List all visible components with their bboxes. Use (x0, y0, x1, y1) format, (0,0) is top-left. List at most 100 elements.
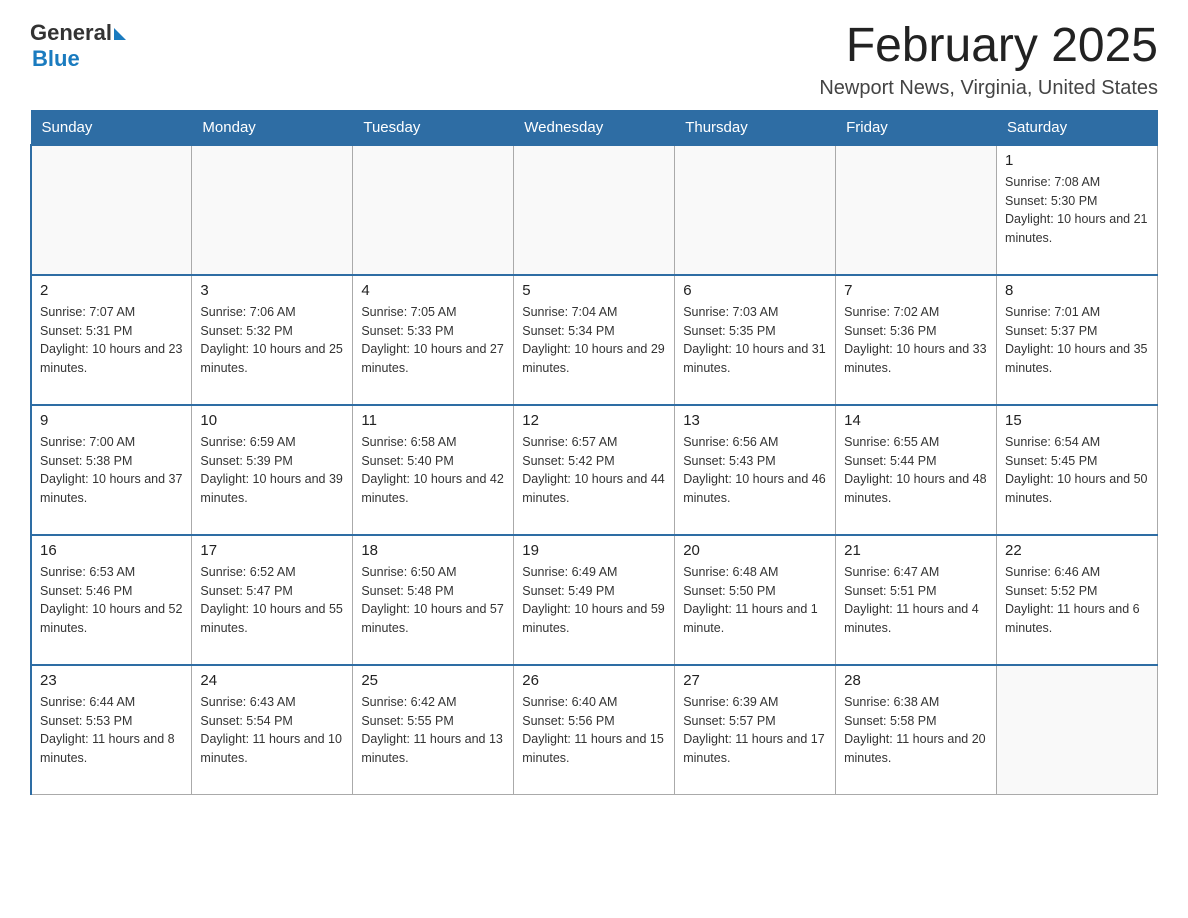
day-number: 11 (361, 412, 505, 429)
calendar-table: SundayMondayTuesdayWednesdayThursdayFrid… (30, 110, 1158, 796)
calendar-cell: 17 Sunrise: 6:52 AM Sunset: 5:47 PM Dayli… (192, 535, 353, 665)
title-block: February 2025 Newport News, Virginia, Un… (819, 20, 1158, 100)
calendar-cell: 23 Sunrise: 6:44 AM Sunset: 5:53 PM Dayli… (31, 665, 192, 795)
day-info: Sunrise: 6:55 AM Sunset: 5:44 PM Dayligh… (844, 433, 988, 508)
day-number: 10 (200, 412, 344, 429)
calendar-cell: 25Sunrise: 6:42 AM Sunset: 5:55 PM Dayli… (353, 665, 514, 795)
day-info: Sunrise: 7:04 AM Sunset: 5:34 PM Dayligh… (522, 303, 666, 378)
calendar-cell: 28 Sunrise: 6:38 AM Sunset: 5:58 PM Dayli… (836, 665, 997, 795)
calendar-week-row: 2 Sunrise: 7:07 AM Sunset: 5:31 PM Daylig… (31, 275, 1158, 405)
day-info: Sunrise: 6:48 AM Sunset: 5:50 PM Dayligh… (683, 563, 827, 638)
day-info: Sunrise: 6:42 AM Sunset: 5:55 PM Dayligh… (361, 693, 505, 768)
logo-text-general: General (30, 20, 112, 46)
day-number: 16 (40, 542, 183, 559)
day-number: 18 (361, 542, 505, 559)
day-info: Sunrise: 7:08 AM Sunset: 5:30 PM Dayligh… (1005, 173, 1149, 248)
day-number: 8 (1005, 282, 1149, 299)
calendar-cell (192, 145, 353, 275)
calendar-cell: 24Sunrise: 6:43 AM Sunset: 5:54 PM Dayli… (192, 665, 353, 795)
day-number: 17 (200, 542, 344, 559)
day-number: 23 (40, 672, 183, 689)
day-number: 7 (844, 282, 988, 299)
day-number: 26 (522, 672, 666, 689)
calendar-week-row: 23 Sunrise: 6:44 AM Sunset: 5:53 PM Dayli… (31, 665, 1158, 795)
day-number: 2 (40, 282, 183, 299)
day-info: Sunrise: 6:49 AM Sunset: 5:49 PM Dayligh… (522, 563, 666, 638)
day-info: Sunrise: 6:44 AM Sunset: 5:53 PM Dayligh… (40, 693, 183, 768)
day-info: Sunrise: 6:53 AM Sunset: 5:46 PM Dayligh… (40, 563, 183, 638)
calendar-header-saturday: Saturday (997, 110, 1158, 145)
day-number: 9 (40, 412, 183, 429)
calendar-cell: 13 Sunrise: 6:56 AM Sunset: 5:43 PM Dayli… (675, 405, 836, 535)
calendar-cell: 7 Sunrise: 7:02 AM Sunset: 5:36 PM Daylig… (836, 275, 997, 405)
calendar-cell (997, 665, 1158, 795)
calendar-cell: 3 Sunrise: 7:06 AM Sunset: 5:32 PM Daylig… (192, 275, 353, 405)
day-number: 12 (522, 412, 666, 429)
calendar-cell (675, 145, 836, 275)
day-info: Sunrise: 6:50 AM Sunset: 5:48 PM Dayligh… (361, 563, 505, 638)
calendar-cell: 26 Sunrise: 6:40 AM Sunset: 5:56 PM Dayli… (514, 665, 675, 795)
calendar-cell: 1 Sunrise: 7:08 AM Sunset: 5:30 PM Daylig… (997, 145, 1158, 275)
day-number: 5 (522, 282, 666, 299)
day-info: Sunrise: 6:54 AM Sunset: 5:45 PM Dayligh… (1005, 433, 1149, 508)
day-info: Sunrise: 7:02 AM Sunset: 5:36 PM Dayligh… (844, 303, 988, 378)
day-info: Sunrise: 7:01 AM Sunset: 5:37 PM Dayligh… (1005, 303, 1149, 378)
calendar-week-row: 1 Sunrise: 7:08 AM Sunset: 5:30 PM Daylig… (31, 145, 1158, 275)
day-info: Sunrise: 6:56 AM Sunset: 5:43 PM Dayligh… (683, 433, 827, 508)
logo-triangle-icon (114, 28, 126, 40)
calendar-header-tuesday: Tuesday (353, 110, 514, 145)
day-info: Sunrise: 6:58 AM Sunset: 5:40 PM Dayligh… (361, 433, 505, 508)
day-number: 4 (361, 282, 505, 299)
calendar-header-wednesday: Wednesday (514, 110, 675, 145)
day-number: 27 (683, 672, 827, 689)
day-number: 6 (683, 282, 827, 299)
location-title: Newport News, Virginia, United States (819, 77, 1158, 100)
day-number: 20 (683, 542, 827, 559)
calendar-cell: 5 Sunrise: 7:04 AM Sunset: 5:34 PM Daylig… (514, 275, 675, 405)
calendar-cell: 6 Sunrise: 7:03 AM Sunset: 5:35 PM Daylig… (675, 275, 836, 405)
calendar-cell: 11 Sunrise: 6:58 AM Sunset: 5:40 PM Dayli… (353, 405, 514, 535)
day-info: Sunrise: 6:59 AM Sunset: 5:39 PM Dayligh… (200, 433, 344, 508)
calendar-header-thursday: Thursday (675, 110, 836, 145)
day-info: Sunrise: 7:03 AM Sunset: 5:35 PM Dayligh… (683, 303, 827, 378)
logo-text-blue: Blue (32, 46, 126, 72)
calendar-cell: 8 Sunrise: 7:01 AM Sunset: 5:37 PM Daylig… (997, 275, 1158, 405)
calendar-cell: 16 Sunrise: 6:53 AM Sunset: 5:46 PM Dayli… (31, 535, 192, 665)
day-number: 3 (200, 282, 344, 299)
calendar-cell: 15Sunrise: 6:54 AM Sunset: 5:45 PM Dayli… (997, 405, 1158, 535)
calendar-cell: 21 Sunrise: 6:47 AM Sunset: 5:51 PM Dayli… (836, 535, 997, 665)
calendar-cell: 19 Sunrise: 6:49 AM Sunset: 5:49 PM Dayli… (514, 535, 675, 665)
calendar-cell: 22Sunrise: 6:46 AM Sunset: 5:52 PM Dayli… (997, 535, 1158, 665)
page-header: General Blue February 2025 Newport News,… (30, 20, 1158, 100)
day-info: Sunrise: 7:07 AM Sunset: 5:31 PM Dayligh… (40, 303, 183, 378)
day-number: 1 (1005, 152, 1149, 169)
calendar-header-sunday: Sunday (31, 110, 192, 145)
day-info: Sunrise: 6:52 AM Sunset: 5:47 PM Dayligh… (200, 563, 344, 638)
day-number: 13 (683, 412, 827, 429)
calendar-cell (514, 145, 675, 275)
calendar-cell (836, 145, 997, 275)
calendar-header-row: SundayMondayTuesdayWednesdayThursdayFrid… (31, 110, 1158, 145)
day-info: Sunrise: 7:00 AM Sunset: 5:38 PM Dayligh… (40, 433, 183, 508)
day-number: 28 (844, 672, 988, 689)
calendar-cell: 27 Sunrise: 6:39 AM Sunset: 5:57 PM Dayli… (675, 665, 836, 795)
calendar-cell: 14Sunrise: 6:55 AM Sunset: 5:44 PM Dayli… (836, 405, 997, 535)
day-number: 19 (522, 542, 666, 559)
calendar-week-row: 9 Sunrise: 7:00 AM Sunset: 5:38 PM Daylig… (31, 405, 1158, 535)
calendar-header-monday: Monday (192, 110, 353, 145)
day-info: Sunrise: 6:47 AM Sunset: 5:51 PM Dayligh… (844, 563, 988, 638)
day-number: 21 (844, 542, 988, 559)
calendar-cell: 18 Sunrise: 6:50 AM Sunset: 5:48 PM Dayli… (353, 535, 514, 665)
calendar-week-row: 16 Sunrise: 6:53 AM Sunset: 5:46 PM Dayli… (31, 535, 1158, 665)
day-info: Sunrise: 6:40 AM Sunset: 5:56 PM Dayligh… (522, 693, 666, 768)
calendar-cell: 20 Sunrise: 6:48 AM Sunset: 5:50 PM Dayli… (675, 535, 836, 665)
day-info: Sunrise: 6:46 AM Sunset: 5:52 PM Dayligh… (1005, 563, 1149, 638)
month-title: February 2025 (819, 20, 1158, 73)
calendar-cell: 9 Sunrise: 7:00 AM Sunset: 5:38 PM Daylig… (31, 405, 192, 535)
day-info: Sunrise: 7:06 AM Sunset: 5:32 PM Dayligh… (200, 303, 344, 378)
calendar-cell: 4Sunrise: 7:05 AM Sunset: 5:33 PM Daylig… (353, 275, 514, 405)
day-info: Sunrise: 6:38 AM Sunset: 5:58 PM Dayligh… (844, 693, 988, 768)
day-info: Sunrise: 6:39 AM Sunset: 5:57 PM Dayligh… (683, 693, 827, 768)
calendar-header-friday: Friday (836, 110, 997, 145)
day-info: Sunrise: 6:57 AM Sunset: 5:42 PM Dayligh… (522, 433, 666, 508)
